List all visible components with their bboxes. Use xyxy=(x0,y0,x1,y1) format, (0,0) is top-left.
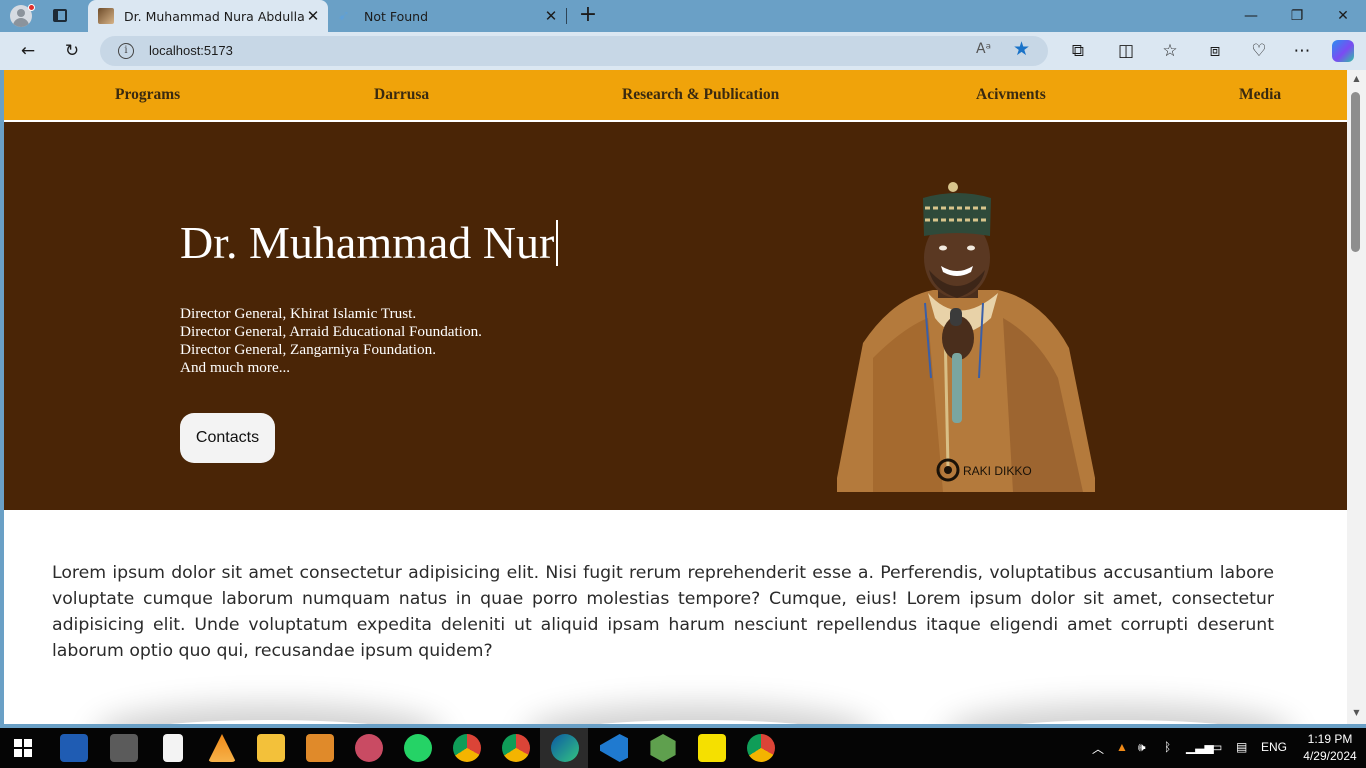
chrome-icon[interactable] xyxy=(453,734,481,762)
clock-time: 1:19 PM xyxy=(1307,732,1353,746)
hero-title: Dr. Muhammad Nur xyxy=(180,216,559,269)
favorite-star-icon[interactable]: ★ xyxy=(1013,38,1030,60)
notification-dot xyxy=(28,4,35,11)
intro-paragraph: Lorem ipsum dolor sit amet consectetur a… xyxy=(52,563,1274,661)
vite-favicon-icon: ➹ xyxy=(338,8,350,24)
page-scrollbar[interactable]: ▲ ▼ xyxy=(1347,70,1366,724)
typing-caret xyxy=(556,220,559,266)
role-line: Director General, Arraid Educational Fou… xyxy=(180,323,482,340)
windows-taskbar: ︿ ▲ 🕪 ᛒ ▁▃▅ ▭ ▤ ENG 1:19 PM 4/29/2024 xyxy=(0,728,1366,768)
tab-active[interactable]: Dr. Muhammad Nura Abdullahi ✕ xyxy=(88,0,328,32)
card-shadow xyxy=(534,720,864,724)
nav-item-media[interactable]: Media xyxy=(1239,86,1281,104)
volume-icon[interactable]: 🕪 xyxy=(1138,740,1146,755)
minimize-icon[interactable]: — xyxy=(1228,0,1274,32)
nav-item-acivments[interactable]: Acivments xyxy=(976,86,1046,104)
media-player-icon[interactable] xyxy=(306,734,334,762)
extensions-icon[interactable]: ⧉ xyxy=(1066,39,1090,63)
nav-item-research-publication[interactable]: Research & Publication xyxy=(622,86,779,104)
tab-title: Dr. Muhammad Nura Abdullahi xyxy=(124,8,304,24)
card-shadow xyxy=(104,720,434,724)
site-info-icon[interactable]: i xyxy=(118,43,134,59)
scroll-down-arrow-icon[interactable]: ▼ xyxy=(1347,706,1366,720)
start-windows-icon[interactable] xyxy=(14,739,32,757)
battery-icon[interactable]: ▭ xyxy=(1211,740,1222,754)
signal-icon[interactable]: ▁▃▅ xyxy=(1186,740,1214,754)
restore-icon[interactable]: ❐ xyxy=(1274,0,1320,32)
digi-icon[interactable] xyxy=(698,734,726,762)
browser-tab-strip: Dr. Muhammad Nura Abdullahi ✕ ➹ Not Foun… xyxy=(0,0,1366,32)
site-favicon-icon xyxy=(98,8,114,24)
performance-icon[interactable]: ♡ xyxy=(1247,39,1271,63)
copilot-icon[interactable] xyxy=(1332,40,1354,62)
main-nav: Programs Darrusa Research & Publication … xyxy=(4,70,1347,120)
nav-item-darrusa[interactable]: Darrusa xyxy=(374,86,429,104)
page-viewport: Programs Darrusa Research & Publication … xyxy=(4,70,1347,724)
tab-close-icon[interactable]: ✕ xyxy=(304,7,322,25)
vlc-icon[interactable] xyxy=(208,734,236,762)
role-line: Director General, Zangarniya Foundation. xyxy=(180,341,436,358)
clock-date: 4/29/2024 xyxy=(1303,749,1357,763)
photo-watermark: RAKI DIKKO xyxy=(963,464,1032,478)
scroll-thumb[interactable] xyxy=(1351,92,1360,252)
role-line: And much more... xyxy=(180,359,291,376)
calculator-icon[interactable] xyxy=(110,734,138,762)
role-line: Director General, Khirat Islamic Trust. xyxy=(180,305,417,322)
back-icon[interactable]: ← xyxy=(16,39,40,63)
hero-name-text: Dr. Muhammad Nur xyxy=(180,217,555,268)
read-aloud-icon[interactable]: Aᵃ xyxy=(976,41,991,57)
close-icon[interactable]: ✕ xyxy=(1320,0,1366,32)
settings-more-icon[interactable]: ⋯ xyxy=(1290,39,1314,63)
whatsapp-icon[interactable] xyxy=(404,734,432,762)
file-explorer-icon[interactable] xyxy=(257,734,285,762)
tab-not-found[interactable]: ➹ Not Found ✕ xyxy=(330,0,566,32)
language-indicator[interactable]: ENG xyxy=(1261,740,1287,754)
tab-divider xyxy=(566,8,567,24)
portrait-photo: RAKI DIKKO xyxy=(837,182,1095,492)
chrome-icon[interactable] xyxy=(502,734,530,762)
contacts-button[interactable]: Contacts xyxy=(180,413,275,463)
vscode-icon[interactable] xyxy=(600,734,628,762)
tab-close-icon[interactable]: ✕ xyxy=(542,7,560,25)
hero-section: Dr. Muhammad Nur Director General, Khira… xyxy=(4,122,1347,510)
snipping-tool-icon[interactable] xyxy=(355,734,383,762)
bluetooth-icon[interactable]: ᛒ xyxy=(1164,740,1171,754)
hero-roles: Director General, Khirat Islamic Trust. … xyxy=(180,305,482,377)
chrome-profile-icon[interactable] xyxy=(747,734,775,762)
url-text[interactable]: localhost:5173 xyxy=(149,43,233,58)
show-hidden-icons-icon[interactable]: ︿ xyxy=(1092,740,1104,757)
new-tab-button[interactable]: + xyxy=(577,3,599,27)
edge-icon[interactable] xyxy=(551,734,579,762)
nodejs-icon[interactable] xyxy=(650,734,676,762)
scroll-up-arrow-icon[interactable]: ▲ xyxy=(1347,72,1366,86)
notepad-icon[interactable] xyxy=(163,734,183,762)
vlc-tray-icon[interactable]: ▲ xyxy=(1116,740,1128,754)
system-clock[interactable]: 1:19 PM 4/29/2024 xyxy=(1300,731,1360,765)
favorites-icon[interactable]: ☆ xyxy=(1158,39,1182,63)
browser-toolbar: ← ↻ i localhost:5173 Aᵃ ★ ⧉ ◫ ☆ ⧈ ♡ ⋯ xyxy=(0,32,1366,70)
address-bar[interactable]: i localhost:5173 Aᵃ ★ xyxy=(100,36,1048,66)
collections-icon[interactable]: ⧈ xyxy=(1203,39,1227,63)
split-screen-icon[interactable]: ◫ xyxy=(1114,39,1138,63)
notifications-icon[interactable]: ▤ xyxy=(1236,740,1247,754)
tab-actions-icon[interactable] xyxy=(50,7,70,25)
word-icon[interactable] xyxy=(60,734,88,762)
refresh-icon[interactable]: ↻ xyxy=(60,39,84,63)
nav-item-programs[interactable]: Programs xyxy=(115,86,180,104)
card-shadow xyxy=(954,720,1284,724)
tab-title: Not Found xyxy=(364,8,429,24)
